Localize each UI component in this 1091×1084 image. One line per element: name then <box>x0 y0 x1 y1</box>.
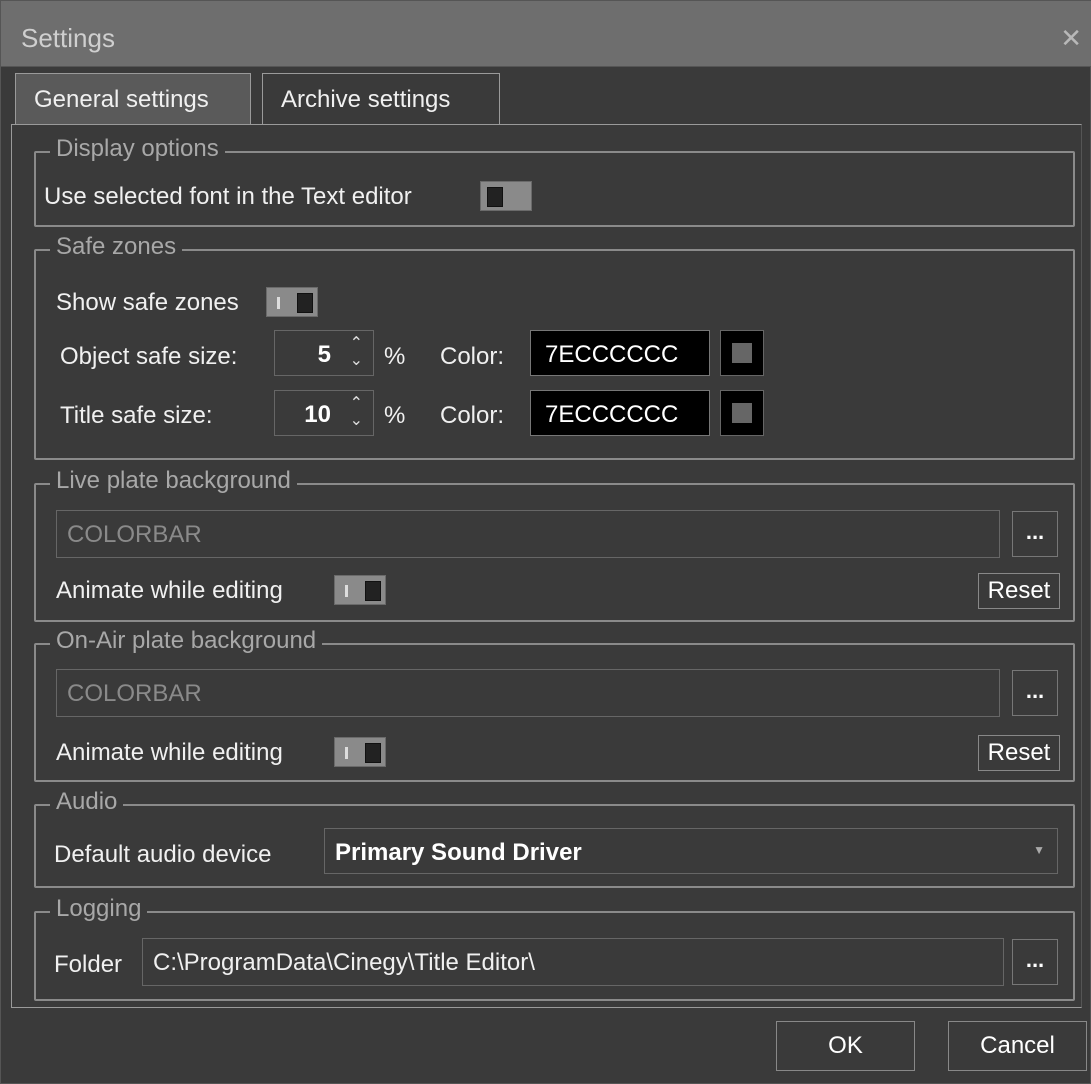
live-plate-group: Live plate background COLORBAR ... Anima… <box>34 467 1075 622</box>
use-font-toggle[interactable] <box>480 181 532 211</box>
onair-plate-path-field[interactable]: COLORBAR <box>56 669 1000 717</box>
show-safe-zones-toggle[interactable] <box>266 287 318 317</box>
object-safe-size-label: Object safe size: <box>60 343 238 370</box>
title-bar[interactable]: Settings ✕ <box>1 1 1091 67</box>
audio-device-label: Default audio device <box>54 841 272 868</box>
cancel-button[interactable]: Cancel <box>948 1021 1087 1071</box>
logging-group: Logging Folder C:\ProgramData\Cinegy\Tit… <box>34 895 1075 1001</box>
live-animate-toggle[interactable] <box>334 575 386 605</box>
title-safe-size-label: Title safe size: <box>60 402 213 429</box>
object-color-label: Color: <box>440 343 505 370</box>
title-color-label: Color: <box>440 402 505 429</box>
logging-browse-button[interactable]: ... <box>1012 939 1058 985</box>
live-animate-label: Animate while editing <box>56 577 283 604</box>
ok-button[interactable]: OK <box>776 1021 915 1071</box>
object-safe-unit: % <box>384 343 406 370</box>
title-safe-size-input[interactable]: 10 ⌃ ⌄ <box>274 390 374 436</box>
onair-animate-toggle[interactable] <box>334 737 386 767</box>
onair-plate-browse-button[interactable]: ... <box>1012 670 1058 716</box>
object-safe-size-input[interactable]: 5 ⌃ ⌄ <box>274 330 374 376</box>
live-plate-legend: Live plate background <box>50 467 297 495</box>
logging-legend: Logging <box>50 895 148 923</box>
live-plate-browse-button[interactable]: ... <box>1012 511 1058 557</box>
object-color-field[interactable]: 7ECCCCCC <box>530 330 710 376</box>
spinner-arrows-icon[interactable]: ⌃ ⌄ <box>350 395 363 429</box>
audio-legend: Audio <box>50 788 124 816</box>
tab-general-settings[interactable]: General settings <box>15 73 251 125</box>
audio-device-dropdown[interactable]: Primary Sound Driver ▼ <box>324 828 1058 874</box>
onair-animate-label: Animate while editing <box>56 739 283 766</box>
safe-zones-legend: Safe zones <box>50 233 183 261</box>
chevron-down-icon: ▼ <box>1033 843 1045 857</box>
close-icon[interactable]: ✕ <box>1060 23 1082 54</box>
title-color-swatch[interactable] <box>720 390 764 436</box>
show-safe-zones-label: Show safe zones <box>56 289 239 316</box>
live-plate-path-field[interactable]: COLORBAR <box>56 510 1000 558</box>
live-reset-button[interactable]: Reset <box>978 573 1060 609</box>
onair-plate-legend: On-Air plate background <box>50 627 323 655</box>
audio-group: Audio Default audio device Primary Sound… <box>34 788 1075 888</box>
tab-content-panel: Display options Use selected font in the… <box>11 124 1082 1008</box>
onair-plate-group: On-Air plate background COLORBAR ... Ani… <box>34 627 1075 782</box>
audio-device-value: Primary Sound Driver <box>335 839 582 866</box>
display-options-group: Display options Use selected font in the… <box>34 135 1075 227</box>
tab-archive-settings[interactable]: Archive settings <box>262 73 500 125</box>
logging-folder-label: Folder <box>54 951 123 978</box>
title-color-field[interactable]: 7ECCCCCC <box>530 390 710 436</box>
logging-folder-field[interactable]: C:\ProgramData\Cinegy\Title Editor\ <box>142 938 1004 986</box>
safe-zones-group: Safe zones Show safe zones Object safe s… <box>34 233 1075 460</box>
window-title: Settings <box>21 23 115 53</box>
use-font-label: Use selected font in the Text editor <box>44 183 412 210</box>
spinner-arrows-icon[interactable]: ⌃ ⌄ <box>350 335 363 369</box>
title-safe-unit: % <box>384 402 406 429</box>
display-options-legend: Display options <box>50 135 225 163</box>
onair-reset-button[interactable]: Reset <box>978 735 1060 771</box>
object-color-swatch[interactable] <box>720 330 764 376</box>
settings-window: Settings ✕ General settings Archive sett… <box>0 0 1091 1084</box>
